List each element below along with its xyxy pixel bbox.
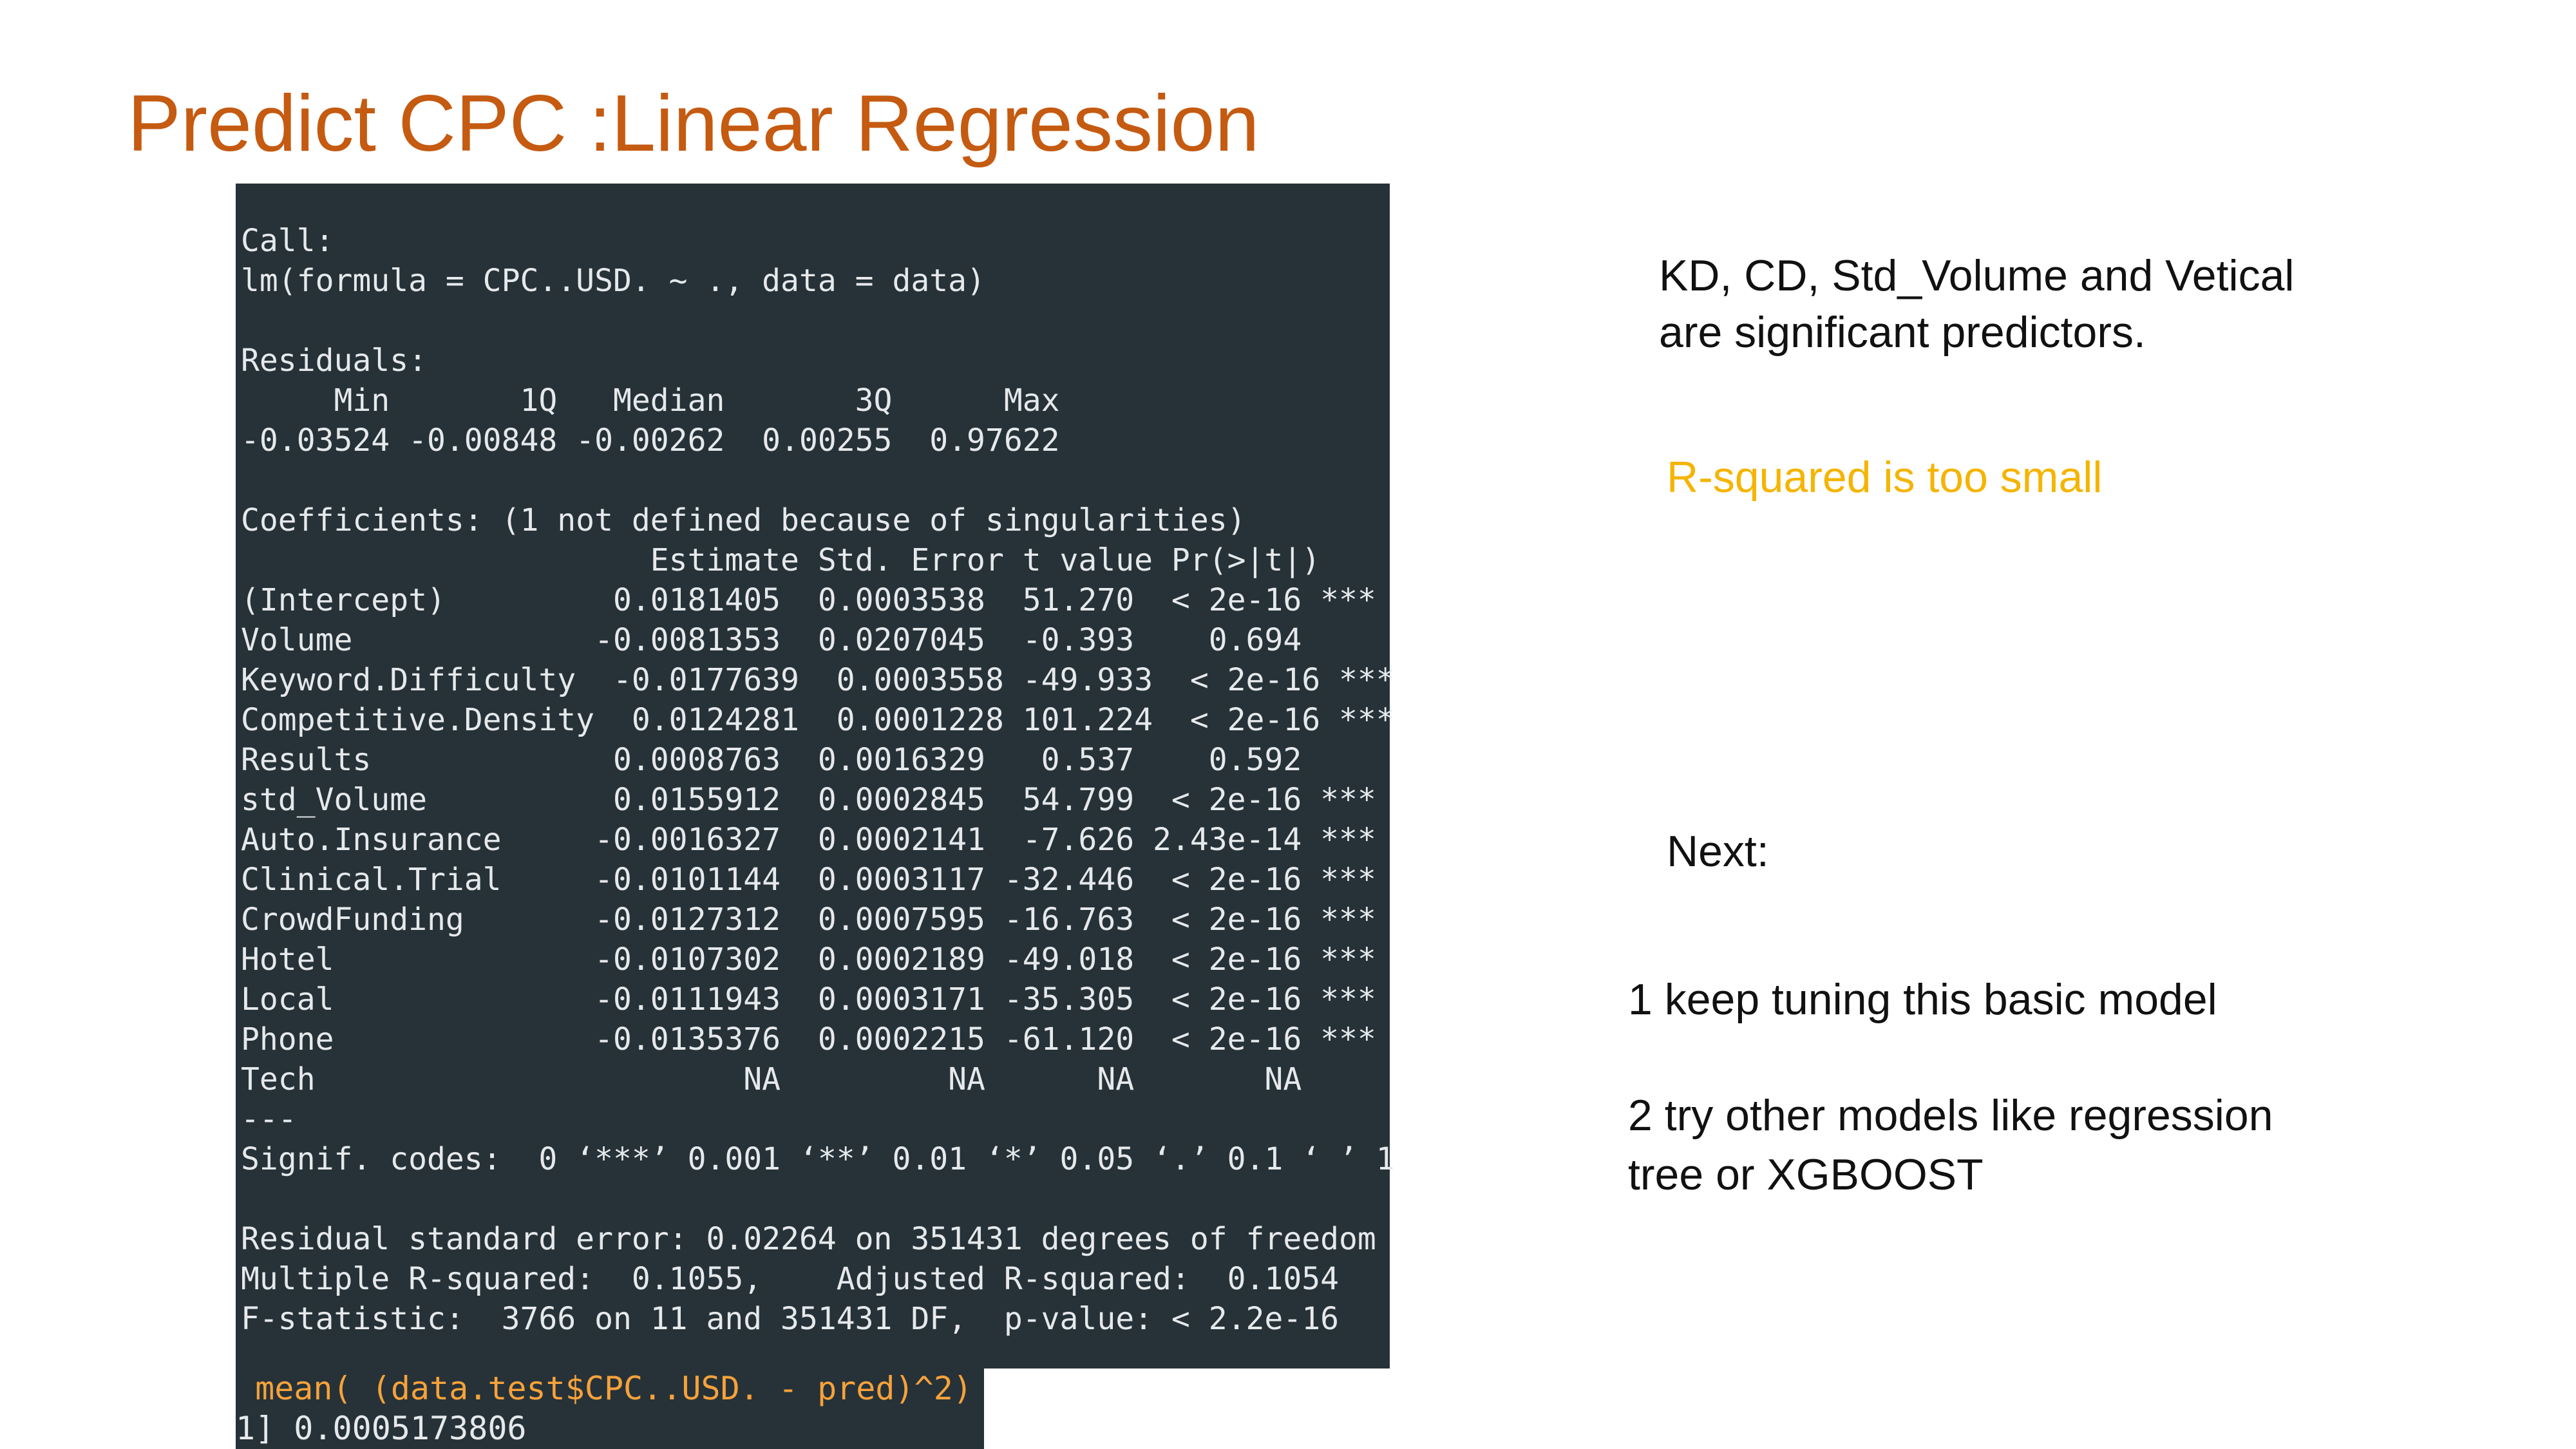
console-line: Coefficients: (1 not defined because of …: [241, 502, 1246, 538]
console-line: (Intercept) 0.0181405 0.0003538 51.270 <…: [241, 582, 1376, 618]
console-line: Phone -0.0135376 0.0002215 -61.120 < 2e-…: [241, 1021, 1376, 1057]
console-line: Min 1Q Median 3Q Max: [241, 383, 1060, 419]
console-output: 1] 0.0005173806: [236, 1410, 527, 1447]
console-command: mean( (data.test$CPC..USD. - pred)^2): [236, 1370, 972, 1407]
r-console-output: Call: lm(formula = CPC..USD. ~ ., data =…: [236, 184, 1395, 1368]
console-line: F-statistic: 3766 on 11 and 351431 DF, p…: [241, 1301, 1340, 1337]
console-line: Residuals:: [241, 343, 427, 379]
console-line: Tech NA NA NA NA: [241, 1061, 1302, 1097]
console-line: Clinical.Trial -0.0101144 0.0003117 -32.…: [241, 862, 1376, 898]
console-line: Auto.Insurance -0.0016327 0.0002141 -7.6…: [241, 822, 1376, 858]
note-step2-line2: tree or XGBOOST: [1628, 1150, 1984, 1199]
console-line: -0.03524 -0.00848 -0.00262 0.00255 0.976…: [241, 422, 1060, 459]
console-line: ---: [241, 1101, 297, 1137]
console-line: std_Volume 0.0155912 0.0002845 54.799 < …: [241, 782, 1376, 818]
console-line: CrowdFunding -0.0127312 0.0007595 -16.76…: [241, 902, 1376, 938]
console-line: Signif. codes: 0 ‘***’ 0.001 ‘**’ 0.01 ‘…: [241, 1141, 1395, 1177]
r-console-mse: mean( (data.test$CPC..USD. - pred)^2) 1]…: [236, 1368, 984, 1449]
note-significant-line1: KD, CD, Std_Volume and Vetical: [1659, 251, 2295, 300]
console-line: Local -0.0111943 0.0003171 -35.305 < 2e-…: [241, 981, 1376, 1018]
console-line: Hotel -0.0107302 0.0002189 -49.018 < 2e-…: [241, 942, 1376, 978]
note-step2-line1: 2 try other models like regression: [1628, 1091, 2273, 1140]
note-rsquared: R-squared is too small: [1667, 453, 2103, 502]
note-step1: 1 keep tuning this basic model: [1628, 975, 2217, 1024]
console-line: Keyword.Difficulty -0.0177639 0.0003558 …: [241, 662, 1395, 698]
console-line: Estimate Std. Error t value Pr(>|t|): [241, 542, 1321, 578]
note-significant-line2: are significant predictors.: [1659, 308, 2146, 357]
console-line: Results 0.0008763 0.0016329 0.537 0.592: [241, 742, 1302, 778]
console-line: Competitive.Density 0.0124281 0.0001228 …: [241, 702, 1395, 738]
console-line: lm(formula = CPC..USD. ~ ., data = data): [241, 263, 985, 299]
console-line: Call:: [241, 223, 334, 259]
console-line: Multiple R-squared: 0.1055, Adjusted R-s…: [241, 1261, 1340, 1297]
console-line: Residual standard error: 0.02264 on 3514…: [241, 1221, 1376, 1257]
console-line: Volume -0.0081353 0.0207045 -0.393 0.694: [241, 622, 1302, 658]
slide-title: Predict CPC :Linear Regression: [128, 79, 1260, 168]
note-next-heading: Next:: [1667, 827, 1769, 876]
